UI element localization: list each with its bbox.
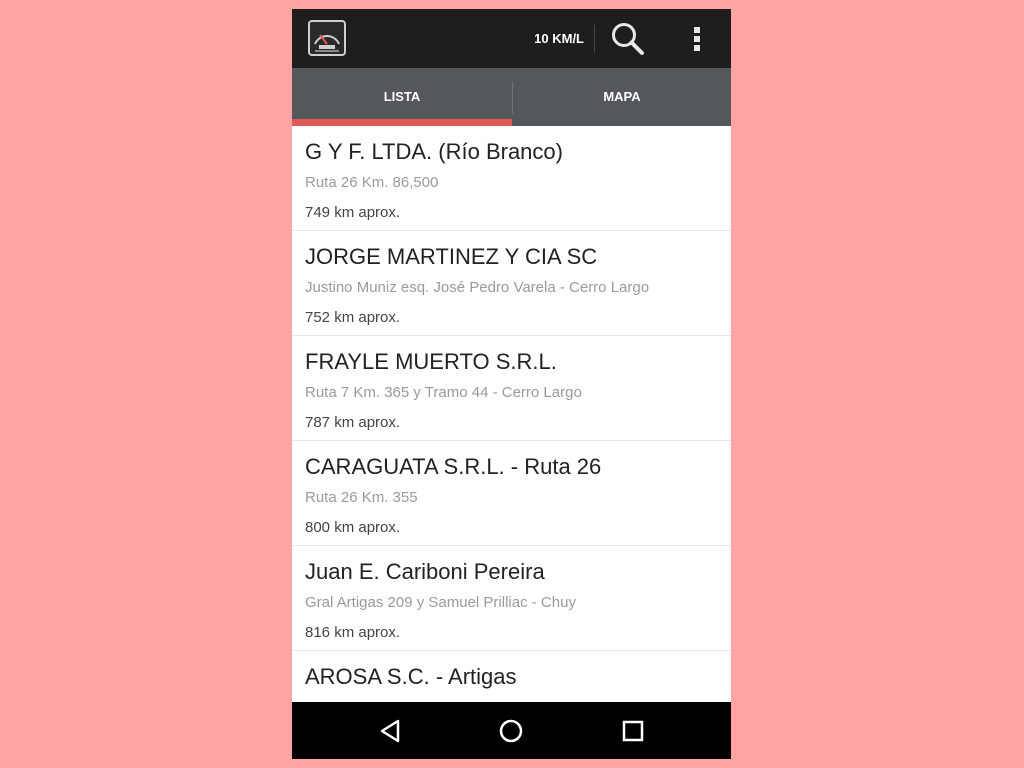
station-name: AROSA S.C. - Artigas	[305, 664, 517, 689]
home-circle-icon[interactable]	[493, 713, 529, 749]
selected-tab-indicator	[292, 119, 512, 126]
consumption-label[interactable]: 10 KM/L	[522, 29, 584, 49]
list-item[interactable]: Juan E. Cariboni Pereira Gral Artigas 20…	[292, 546, 731, 651]
station-name: JORGE MARTINEZ Y CIA SC	[305, 244, 598, 269]
list-item[interactable]: CARAGUATA S.R.L. - Ruta 26 Ruta 26 Km. 3…	[292, 441, 731, 546]
overflow-menu-icon[interactable]	[683, 21, 711, 57]
station-name: G Y F. LTDA. (Río Branco)	[305, 139, 563, 164]
tab-lista[interactable]: LISTA	[292, 68, 512, 126]
list-item[interactable]: AROSA S.C. - Artigas	[292, 651, 731, 702]
fuel-gauge-logo-icon[interactable]	[308, 20, 346, 56]
station-address: Gral Artigas 209 y Samuel Prilliac - Chu…	[305, 594, 576, 611]
phone-screen: 10 KM/L LISTA MAPA G Y F. LTDA. (Río Bra…	[292, 9, 731, 759]
station-address: Ruta 7 Km. 365 y Tramo 44 - Cerro Largo	[305, 384, 582, 401]
station-distance: 800 km aprox.	[305, 519, 401, 536]
recents-square-icon[interactable]	[615, 713, 651, 749]
station-name: Juan E. Cariboni Pereira	[305, 559, 545, 584]
search-icon[interactable]	[608, 19, 648, 59]
list-item[interactable]: JORGE MARTINEZ Y CIA SC Justino Muniz es…	[292, 231, 731, 336]
station-name: CARAGUATA S.R.L. - Ruta 26	[305, 454, 602, 479]
station-address: Justino Muniz esq. José Pedro Varela - C…	[305, 279, 650, 296]
station-name: FRAYLE MUERTO S.R.L.	[305, 349, 557, 374]
tab-bar: LISTA MAPA	[292, 68, 731, 126]
station-address: Ruta 26 Km. 355	[305, 489, 418, 506]
station-distance: 816 km aprox.	[305, 624, 401, 641]
list-item[interactable]: FRAYLE MUERTO S.R.L. Ruta 7 Km. 365 y Tr…	[292, 336, 731, 441]
station-distance: 749 km aprox.	[305, 204, 401, 221]
toolbar-divider	[594, 25, 595, 53]
station-address: Ruta 26 Km. 86,500	[305, 174, 439, 191]
list-item[interactable]: G Y F. LTDA. (Río Branco) Ruta 26 Km. 86…	[292, 126, 731, 231]
back-triangle-icon[interactable]	[372, 713, 408, 749]
action-bar: 10 KM/L	[292, 9, 731, 68]
station-list[interactable]: G Y F. LTDA. (Río Branco) Ruta 26 Km. 86…	[292, 126, 731, 702]
tab-mapa[interactable]: MAPA	[513, 68, 731, 126]
station-distance: 752 km aprox.	[305, 309, 401, 326]
station-distance: 787 km aprox.	[305, 414, 401, 431]
system-navigation-bar	[292, 702, 731, 759]
